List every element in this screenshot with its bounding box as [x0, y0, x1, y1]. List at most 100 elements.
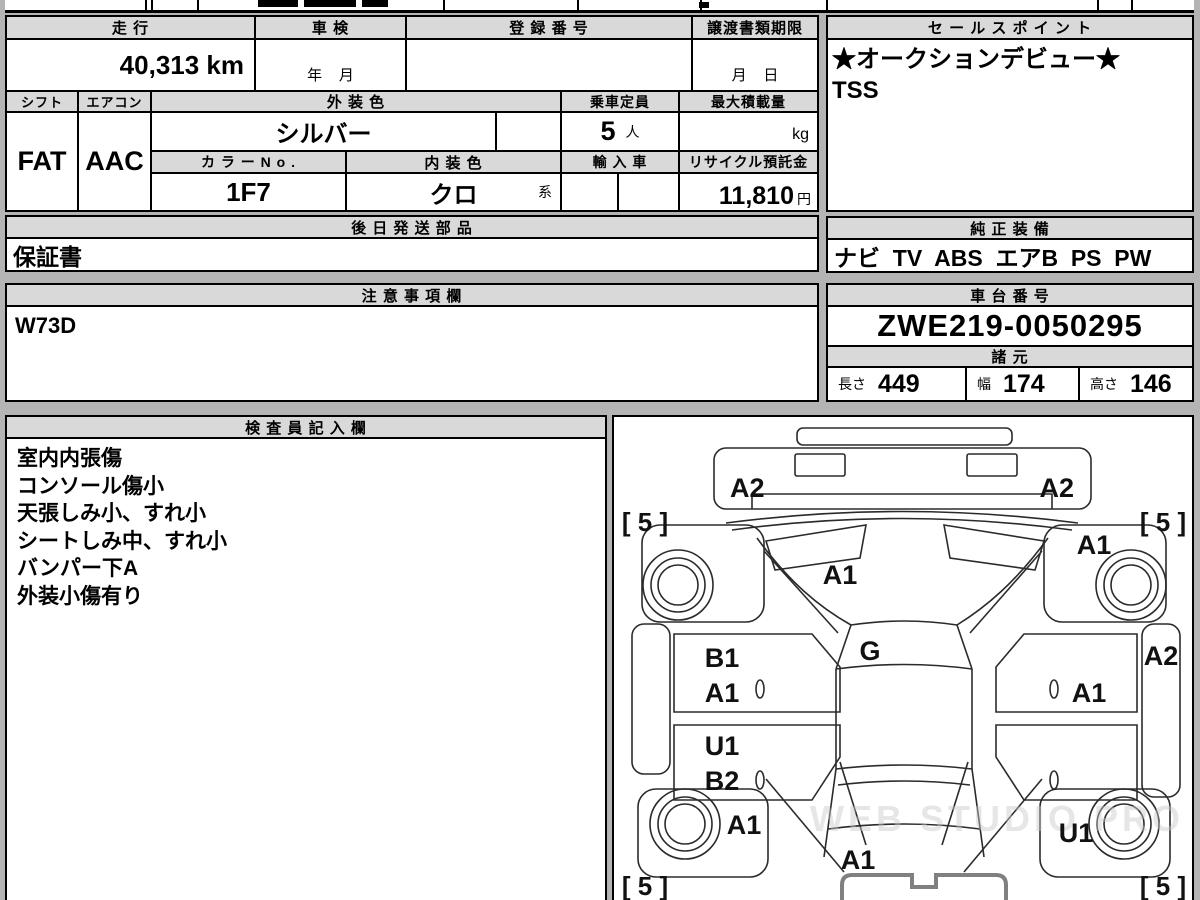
side-sill-left-shape [631, 623, 671, 775]
roof-rear-edge [835, 764, 973, 770]
divider [1131, 0, 1133, 10]
registration-value-empty [405, 38, 693, 92]
damage-label-rear-quarter-right: U1 [1059, 818, 1094, 848]
recycle-amount: 11,810 [718, 182, 794, 210]
inspector-note-line: 外装小傷有り [17, 584, 143, 608]
windshield-top [850, 620, 958, 626]
cowl-arc [731, 517, 1073, 531]
sales-point-line: TSS [832, 77, 879, 104]
inspector-notes-header: 検 査 員 記 入 欄 [5, 415, 607, 439]
capacity-unit: 人 [625, 123, 640, 140]
foglamp-left-shape [794, 453, 846, 477]
corner-grade-rear-right: [ 5 ] [1140, 871, 1186, 900]
inspector-note-line: 室内内張傷 [17, 447, 122, 470]
inspector-notes-body: 室内内張傷 コンソール傷小 天張しみ小、すれ小 シートしみ中、すれ小 バンパー下… [5, 437, 607, 900]
spec-length-label: 長さ [838, 376, 866, 392]
cropped-previous-row [5, 0, 1194, 13]
corner-grade-front-right: [ 5 ] [1140, 507, 1186, 537]
divider [443, 0, 445, 10]
wheel-front-left [657, 564, 699, 606]
roof-strip-shape [796, 427, 1013, 446]
damage-label-front-bumper-right: A2 [1039, 473, 1074, 503]
shipped-later-header: 後 日 発 送 部 品 [5, 215, 819, 239]
shipped-later-value: 保証書 [5, 237, 819, 272]
notes-value: W73D [5, 305, 819, 402]
damage-label-door-rear-left-bottom: B2 [705, 766, 740, 796]
transfer-deadline-value: 月 日 [691, 38, 819, 92]
inspector-note-line: シートしみ中、すれ小 [17, 529, 227, 553]
a-pillar-right [956, 624, 973, 670]
genuine-equipment-header: 純 正 装 備 [826, 216, 1194, 240]
divider [1097, 0, 1099, 10]
wheel-front-right [1103, 557, 1159, 613]
damage-label-door-front-left-bottom: A1 [705, 678, 740, 708]
color-no-header: カ ラ ー N o . [150, 150, 347, 174]
specs-header: 諸 元 [826, 345, 1194, 368]
inspector-note-line: コンソール傷小 [17, 474, 164, 498]
auction-sheet-page: 走 行 車 検 登 録 番 号 譲渡書類期限 40,313 km 年 月 月 日… [0, 0, 1200, 900]
wheel-front-left [650, 557, 706, 613]
door-handle [755, 679, 765, 699]
inspector-note-line: バンパー下A [17, 557, 139, 580]
exterior-color-value: シルバー [150, 111, 497, 152]
import-car-header: 輸 入 車 [560, 150, 680, 174]
divider [145, 0, 147, 10]
damage-label-door-rear-left-top: U1 [705, 731, 740, 761]
body-line [969, 550, 1043, 634]
divider [151, 0, 153, 10]
car-diagram-svg: WEB STUDIO PRO A2 A2 A1 G A1 B1 A1 U1 B2… [622, 427, 1186, 900]
import-car-sub1-empty [560, 172, 619, 212]
recycle-deposit-value: 11,810 円 [678, 172, 819, 212]
damage-label-rear-hatch: A1 [841, 845, 876, 875]
capacity-value: 5 人 [560, 111, 680, 152]
spec-length: 長さ 449 [826, 366, 967, 402]
color-no-value: 1F7 [150, 172, 347, 212]
foglamp-right-shape [966, 453, 1018, 477]
chassis-number-header: 車 台 番 号 [826, 283, 1194, 307]
a-pillar-left [835, 624, 852, 670]
corner-grade-rear-left: [ 5 ] [622, 871, 668, 900]
shift-value: FAT [5, 111, 79, 212]
watermark-text: WEB STUDIO PRO [810, 798, 1184, 839]
wheel-front-right [1095, 549, 1167, 621]
door-handle [1049, 679, 1059, 699]
aircon-value: AAC [77, 111, 152, 212]
damage-label-door-front-right: A1 [1072, 678, 1107, 708]
text-fragment [304, 0, 356, 7]
recycle-deposit-header: リサイクル預託金 [678, 150, 819, 174]
interior-color-header: 内 装 色 [345, 150, 562, 174]
spec-height: 高さ 146 [1078, 366, 1194, 402]
max-load-header: 最大積載量 [678, 90, 819, 113]
inspector-note-line: 天張しみ小、すれ小 [17, 502, 206, 525]
sales-point-line: ★オークションデビュー★ [832, 46, 1120, 73]
damage-label-sill-right: A2 [1144, 641, 1179, 671]
damage-label-rear-fender-left: A1 [727, 810, 762, 840]
registration-header: 登 録 番 号 [405, 15, 693, 40]
damage-label-front-bumper-left: A2 [730, 473, 765, 503]
rear-bumper-shape [840, 873, 1008, 900]
spec-height-value: 146 [1130, 369, 1172, 398]
spec-width-value: 174 [1003, 369, 1045, 398]
damage-label-front-fender-right: A1 [1077, 530, 1112, 560]
wheel-front-left [642, 549, 714, 621]
door-front-left-shape [673, 633, 841, 713]
rear-window-top [837, 780, 971, 786]
spec-width-label: 幅 [977, 376, 991, 392]
capacity-number: 5 [600, 116, 616, 146]
door-front-right-shape [995, 633, 1138, 713]
inspection-header: 車 検 [254, 15, 407, 40]
front-bumper-shape [713, 447, 1092, 510]
cowl-arc [725, 510, 1079, 524]
spec-height-label: 高さ [1090, 376, 1118, 392]
text-fragment [699, 2, 709, 8]
genuine-equipment-value: ナビ TV ABS エアB PS PW [826, 238, 1194, 273]
wheel-front-right [1110, 564, 1152, 606]
max-load-value: kg [678, 111, 819, 152]
notes-header: 注 意 事 項 欄 [5, 283, 819, 307]
import-car-sub2-empty [617, 172, 680, 212]
capacity-header: 乗車定員 [560, 90, 680, 113]
interior-color-suffix: 系 [538, 184, 552, 200]
sales-point-body: ★オークションデビュー★ TSS [826, 38, 1194, 212]
door-handle [755, 770, 765, 790]
chassis-number-value: ZWE219-0050295 [826, 305, 1194, 347]
